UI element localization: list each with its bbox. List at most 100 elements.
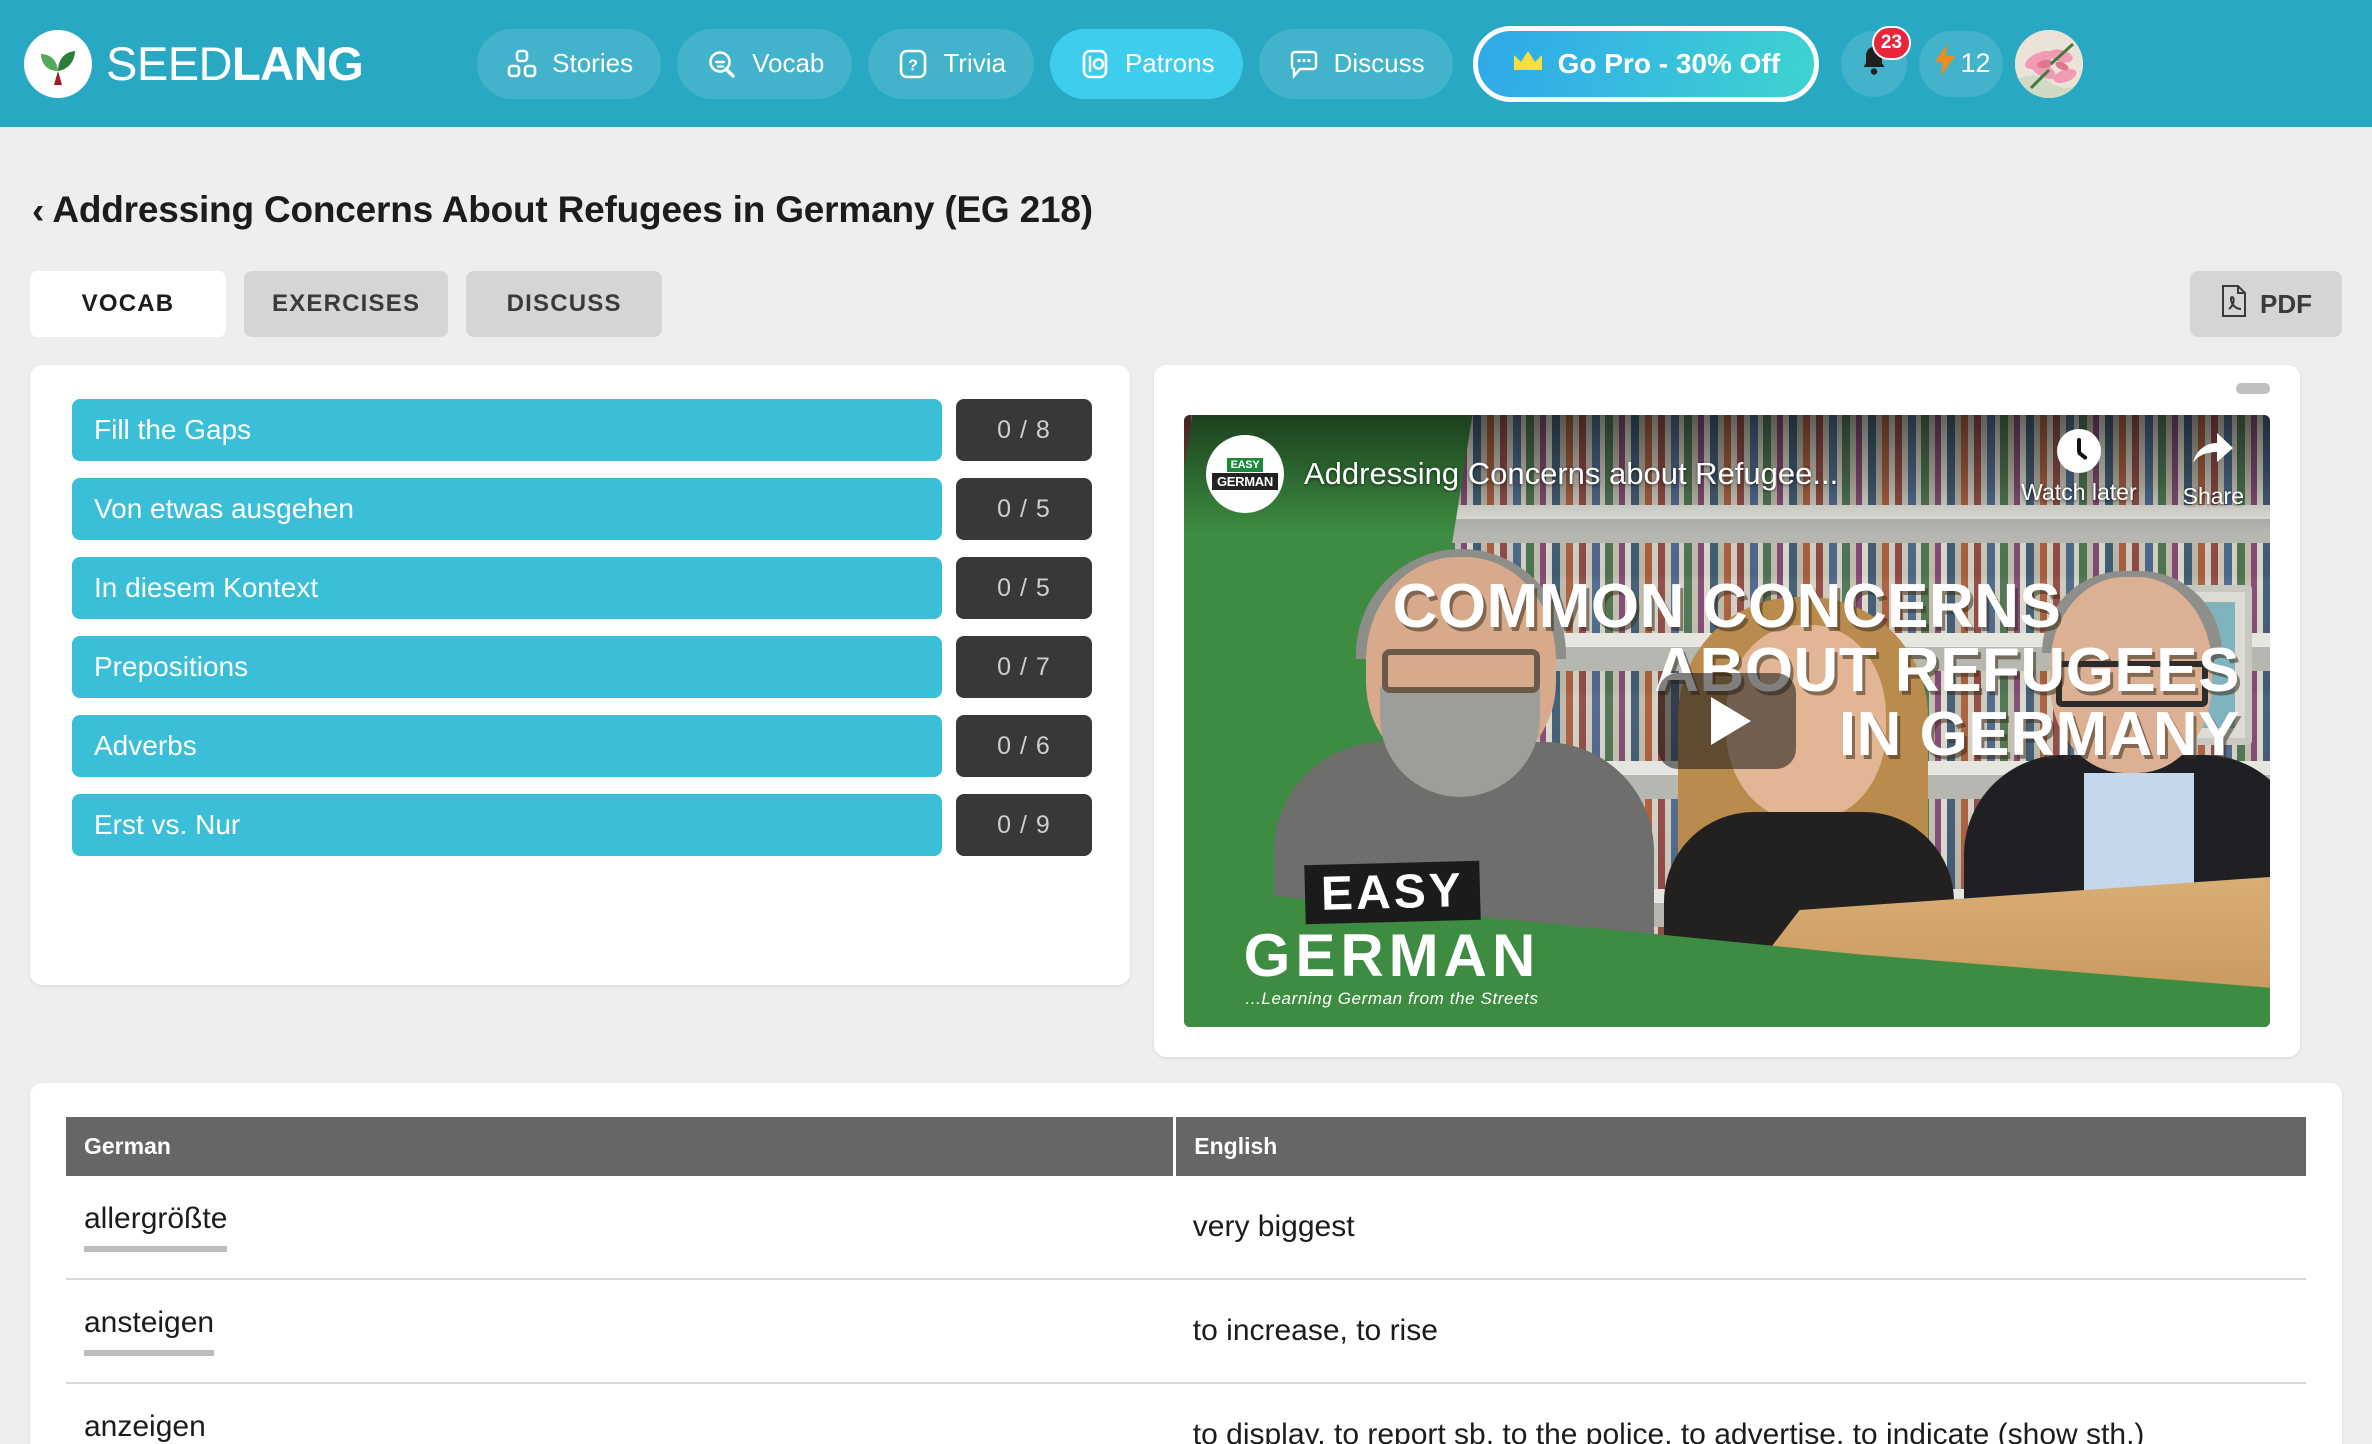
nav-item-vocab[interactable]: Vocab (677, 28, 853, 99)
seedling-icon (24, 29, 92, 98)
vocab-table-card: German English allergrößte very biggest … (30, 1083, 2342, 1444)
exercise-von-etwas-ausgehen[interactable]: Von etwas ausgehen (72, 478, 942, 540)
logo-text-seed: SEED (106, 37, 233, 90)
nav-item-discuss[interactable]: Discuss (1258, 28, 1453, 99)
crown-icon (1512, 49, 1544, 79)
watch-later-button[interactable]: Watch later (2021, 429, 2137, 510)
patreon-icon (1078, 47, 1112, 81)
logo-wordmark: SEEDLANG (106, 37, 364, 90)
vocab-german-cell: allergrößte (66, 1176, 1175, 1280)
vocab-word[interactable]: anzeigen (84, 1410, 206, 1444)
header-right-controls: 23 12 (1841, 25, 2084, 98)
tab-bar: VOCAB EXERCISES DISCUSS PDF (30, 271, 2342, 337)
vocab-table-head: German English (66, 1117, 2306, 1176)
vocab-english-cell: to increase, to rise (1174, 1279, 2306, 1384)
column-header-english: English (1174, 1117, 2306, 1176)
table-row: allergrößte very biggest (66, 1176, 2306, 1280)
page-header: ‹ Addressing Concerns About Refugees in … (30, 127, 2342, 231)
notifications-button[interactable]: 23 (1841, 25, 1912, 97)
exercise-score-in-diesem-kontext[interactable]: 0 / 5 (956, 557, 1092, 619)
streak-count: 12 (1960, 48, 1991, 78)
vocab-word[interactable]: allergrößte (84, 1202, 228, 1252)
nav-item-trivia[interactable]: ? Trivia (868, 28, 1034, 99)
vocab-table-body: allergrößte very biggest ansteigen to in… (66, 1176, 2306, 1444)
channel-avatar[interactable]: EASY GERMAN (1206, 435, 1284, 513)
vocab-english-cell: very biggest (1174, 1176, 2306, 1280)
page-title: Addressing Concerns About Refugees in Ge… (52, 189, 1093, 230)
brand-german: GERMAN (1243, 922, 1541, 989)
exercise-erst-vs-nur[interactable]: Erst vs. Nur (72, 794, 942, 856)
logo-text-lang: LANG (232, 37, 364, 90)
tab-discuss[interactable]: DISCUSS (466, 271, 663, 337)
vocab-english-cell: to display, to report sb. to the police,… (1174, 1383, 2306, 1444)
youtube-video-player[interactable]: COMMON CONCERNS ABOUT REFUGEES IN GERMAN… (1184, 415, 2270, 1027)
video-title[interactable]: Addressing Concerns about Refugee... (1304, 456, 1838, 492)
svg-text:?: ? (908, 57, 918, 74)
exercise-fill-the-gaps[interactable]: Fill the Gaps (72, 399, 942, 461)
exercise-score-prepositions[interactable]: 0 / 7 (956, 636, 1092, 698)
share-button[interactable]: Share (2183, 429, 2244, 510)
play-button[interactable] (1658, 673, 1796, 769)
play-triangle-icon (1711, 697, 1751, 745)
brand-easy: EASY (1303, 860, 1481, 925)
video-card: COMMON CONCERNS ABOUT REFUGEES IN GERMAN… (1154, 365, 2300, 1057)
speech-bubble-icon (1287, 47, 1321, 81)
pdf-file-icon (2220, 284, 2248, 324)
table-row: ansteigen to increase, to rise (66, 1279, 2306, 1384)
lightning-bolt-icon (1932, 43, 1958, 84)
nav-label-trivia: Trivia (943, 48, 1006, 78)
channel-avatar-german: GERMAN (1212, 473, 1278, 490)
exercise-row: Erst vs. Nur 0 / 9 (72, 794, 1092, 856)
exercise-score-fill-the-gaps[interactable]: 0 / 8 (956, 399, 1092, 461)
video-actions: Watch later Share (2021, 429, 2244, 510)
nav-label-stories: Stories (552, 48, 634, 78)
nav-label-discuss: Discuss (1333, 48, 1425, 78)
share-arrow-icon (2189, 429, 2237, 477)
search-minus-icon (705, 47, 739, 81)
column-header-german: German (66, 1117, 1177, 1176)
exercise-row: Fill the Gaps 0 / 8 (72, 399, 1092, 461)
main-nav: Stories Vocab ? Trivia Patrons Discuss (477, 28, 1453, 99)
nav-item-stories[interactable]: Stories (477, 28, 662, 99)
exercise-score-von-etwas-ausgehen[interactable]: 0 / 5 (956, 478, 1092, 540)
pdf-button[interactable]: PDF (2190, 271, 2342, 337)
vocab-german-cell: ansteigen (66, 1279, 1175, 1384)
vocab-table: German English allergrößte very biggest … (66, 1117, 2306, 1444)
grid-squares-icon (505, 47, 539, 81)
exercise-in-diesem-kontext[interactable]: In diesem Kontext (72, 557, 942, 619)
go-pro-button[interactable]: Go Pro - 30% Off (1472, 25, 1820, 102)
share-label: Share (2182, 483, 2244, 509)
exercise-row: Adverbs 0 / 6 (72, 715, 1092, 777)
table-row: anzeigen to display, to report sb. to th… (66, 1383, 2306, 1444)
exercise-adverbs[interactable]: Adverbs (72, 715, 942, 777)
vocab-german-cell: anzeigen (66, 1383, 1175, 1444)
nav-label-patrons: Patrons (1124, 48, 1215, 78)
nav-label-vocab: Vocab (752, 48, 825, 78)
notification-count-badge: 23 (1871, 25, 1912, 60)
collapse-handle[interactable] (2236, 383, 2270, 394)
exercise-prepositions[interactable]: Prepositions (72, 636, 942, 698)
watch-later-label: Watch later (2021, 479, 2137, 505)
back-chevron-icon[interactable]: ‹ (32, 192, 44, 229)
exercise-score-adverbs[interactable]: 0 / 6 (956, 715, 1092, 777)
page-body: ‹ Addressing Concerns About Refugees in … (0, 127, 2372, 1444)
go-pro-label: Go Pro - 30% Off (1557, 47, 1781, 79)
vocab-word[interactable]: ansteigen (84, 1306, 215, 1356)
nav-item-patrons[interactable]: Patrons (1049, 28, 1243, 99)
exercise-row: Prepositions 0 / 7 (72, 636, 1092, 698)
clock-icon (2056, 429, 2101, 473)
tab-vocab[interactable]: VOCAB (30, 271, 226, 337)
avatar[interactable] (2015, 29, 2084, 98)
seedlang-logo[interactable]: SEEDLANG (24, 29, 364, 98)
easy-german-brand-logo: EASY GERMAN ...Learning German from the … (1232, 860, 1552, 1009)
streak-button[interactable]: 12 (1919, 30, 2004, 97)
question-box-icon: ? (896, 47, 930, 81)
exercise-list-card: Fill the Gaps 0 / 8 Von etwas ausgehen 0… (30, 365, 1130, 985)
exercise-score-erst-vs-nur[interactable]: 0 / 9 (956, 794, 1092, 856)
tab-exercises[interactable]: EXERCISES (244, 271, 449, 337)
content-cards: Fill the Gaps 0 / 8 Von etwas ausgehen 0… (30, 365, 2342, 1057)
brand-tagline: ...Learning German from the Streets (1245, 989, 1539, 1008)
table-header-row: German English (66, 1117, 2306, 1176)
exercise-row: Von etwas ausgehen 0 / 5 (72, 478, 1092, 540)
channel-avatar-easy: EASY (1226, 458, 1264, 472)
